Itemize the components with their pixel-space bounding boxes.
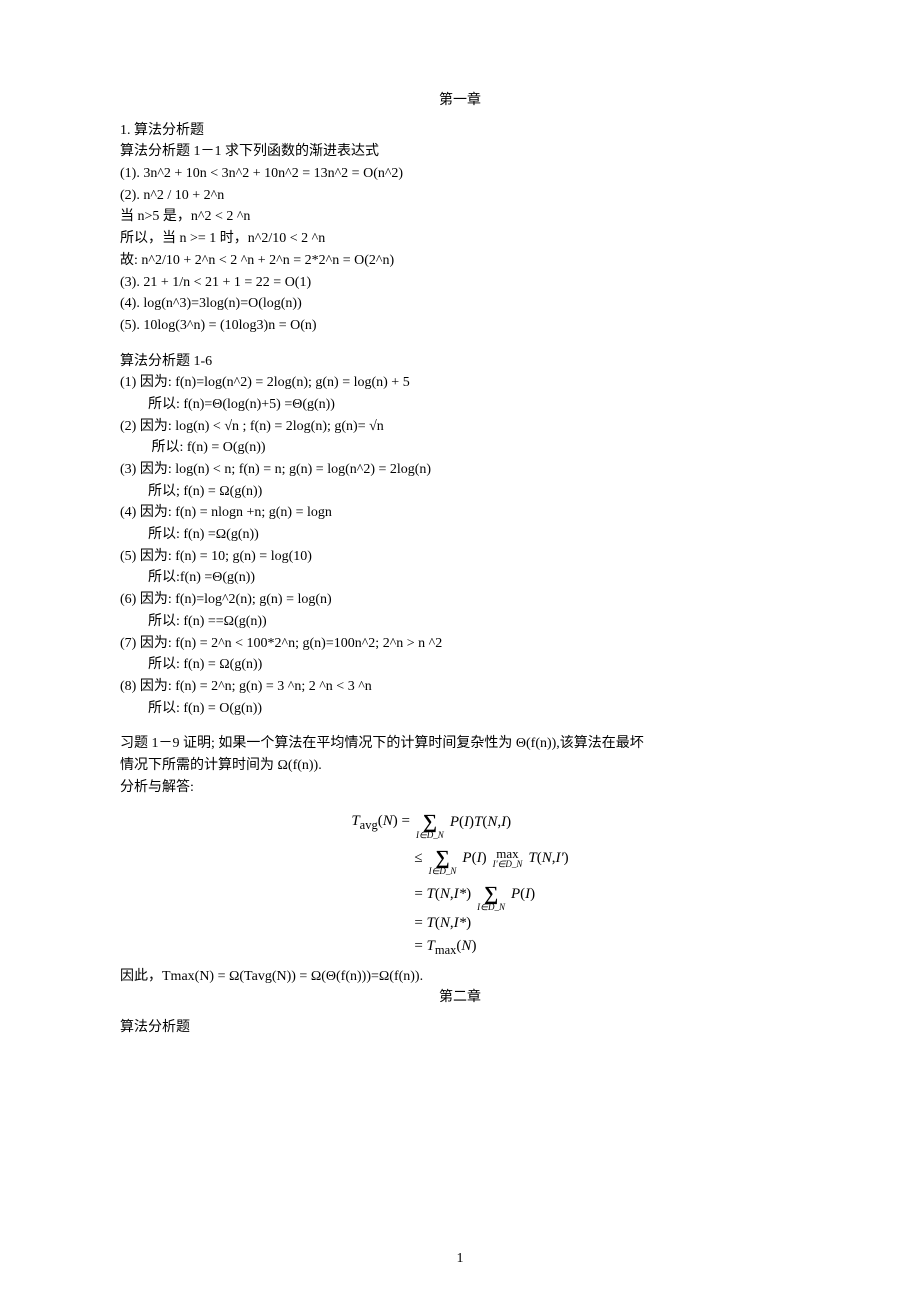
sec16-item-a: (5) 因为: f(n) = 10; g(n) = log(10)	[120, 546, 800, 568]
sum-index: I∈D_N	[477, 903, 505, 912]
chapter-2-title: 第二章	[120, 987, 800, 1009]
sec16-item-a: (2) 因为: log(n) < √n ; f(n) = 2log(n); g(…	[120, 416, 800, 438]
intro-line: (4). log(n^3)=3log(n)=O(log(n))	[120, 293, 800, 315]
problem-1-9-line: 习题 1－9 证明; 如果一个算法在平均情况下的计算时间复杂性为 Θ(f(n))…	[120, 733, 800, 755]
sec16-item-b: 所以: f(n)=Θ(log(n)+5) =Θ(g(n))	[120, 394, 800, 416]
sec16-item-b: 所以:f(n) =Θ(g(n))	[120, 567, 800, 589]
sec16-item-b: 所以: f(n) = O(g(n))	[120, 437, 800, 459]
chapter-1-title-text: 第一章	[439, 93, 481, 108]
sec16-item-b: 所以: f(n) ==Ω(g(n))	[120, 611, 800, 633]
sec16-item-b: 所以: f(n) =Ω(g(n))	[120, 524, 800, 546]
intro-line: (1). 3n^2 + 10n < 3n^2 + 10n^2 = 13n^2 =…	[120, 163, 800, 185]
intro-line: (5). 10log(3^n) = (10log3)n = O(n)	[120, 315, 800, 337]
conclusion-line: 因此，Tmax(N) = Ω(Tavg(N)) = Ω(Θ(f(n)))=Ω(f…	[120, 966, 800, 988]
math-derivation-block: Tavg(N) = ∑ I∈D_N P(I)T(N,I) ≤ ∑ I∈D_N P…	[120, 804, 800, 959]
chapter-1-title: 第一章	[120, 90, 800, 112]
sec16-item-a: (3) 因为: log(n) < n; f(n) = n; g(n) = log…	[120, 459, 800, 481]
sec16-item-b: 所以; f(n) = Ω(g(n))	[120, 481, 800, 503]
sec16-item-b: 所以: f(n) = O(g(n))	[120, 698, 800, 720]
math-line-2: ≤ ∑ I∈D_N P(I) max I'∈D_N T(N,I')	[351, 840, 568, 876]
max-index: I'∈D_N	[493, 860, 523, 869]
chapter-2-sub: 算法分析题	[120, 1017, 800, 1039]
sec16-item-b: 所以: f(n) = Ω(g(n))	[120, 654, 800, 676]
intro-line: 故: n^2/10 + 2^n < 2 ^n + 2^n = 2*2^n = O…	[120, 250, 800, 272]
math-line-3: = T(N,I*) ∑ I∈D_N P(I)	[351, 876, 568, 912]
intro-line: 算法分析题 1－1 求下列函数的渐进表达式	[120, 141, 800, 163]
intro-line: (3). 21 + 1/n < 21 + 1 = 22 = O(1)	[120, 272, 800, 294]
page-number-text: 1	[457, 1251, 464, 1266]
problem-1-9-line: 情况下所需的计算时间为 Ω(f(n)).	[120, 755, 800, 777]
sec16-item-a: (8) 因为: f(n) = 2^n; g(n) = 3 ^n; 2 ^n < …	[120, 676, 800, 698]
chapter-2-title-text: 第二章	[439, 990, 481, 1005]
sec16-item-a: (4) 因为: f(n) = nlogn +n; g(n) = logn	[120, 502, 800, 524]
problem-1-9-line: 分析与解答:	[120, 777, 800, 799]
math-line-5: = Tmax(N)	[351, 935, 568, 960]
section-1-6-title: 算法分析题 1-6	[120, 351, 800, 373]
intro-line: 所以，当 n >= 1 时，n^2/10 < 2 ^n	[120, 228, 800, 250]
intro-line: (2). n^2 / 10 + 2^n	[120, 185, 800, 207]
page-number: 1	[0, 1248, 920, 1270]
document-page: 第一章 1. 算法分析题 算法分析题 1－1 求下列函数的渐进表达式 (1). …	[0, 0, 920, 1302]
sec16-item-a: (1) 因为: f(n)=log(n^2) = 2log(n); g(n) = …	[120, 372, 800, 394]
intro-line: 当 n>5 是，n^2 < 2 ^n	[120, 206, 800, 228]
intro-line: 1. 算法分析题	[120, 120, 800, 142]
sum-index: I∈D_N	[429, 867, 457, 876]
sec16-item-a: (7) 因为: f(n) = 2^n < 100*2^n; g(n)=100n^…	[120, 633, 800, 655]
math-line-1: Tavg(N) = ∑ I∈D_N P(I)T(N,I)	[351, 804, 568, 840]
math-line-4: = T(N,I*)	[351, 912, 568, 935]
sec16-item-a: (6) 因为: f(n)=log^2(n); g(n) = log(n)	[120, 589, 800, 611]
sum-index: I∈D_N	[416, 831, 444, 840]
